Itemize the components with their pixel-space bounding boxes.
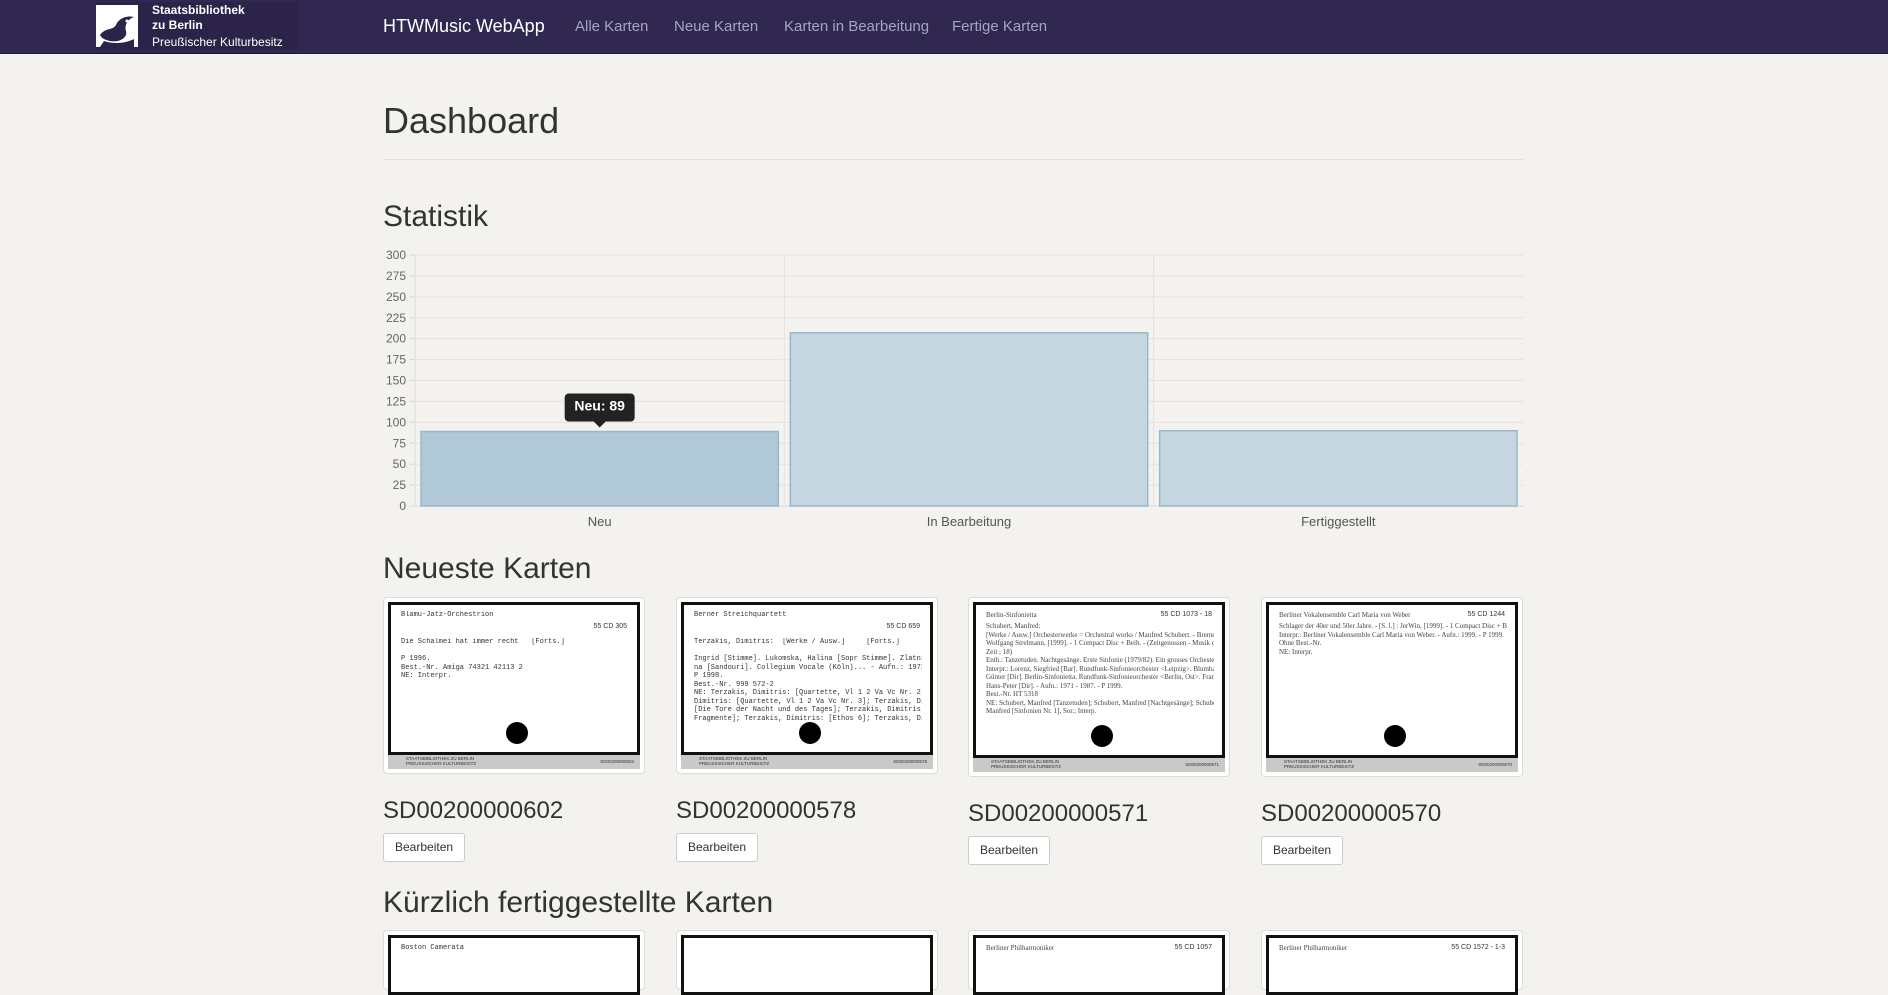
y-tick-label: 0 (399, 499, 406, 513)
card-frame: Berner Streichquartett 55 CD 659 Terzaki… (681, 602, 933, 755)
punch-hole (799, 722, 821, 744)
card-scan: Berner Streichquartett 55 CD 659 Terzaki… (681, 602, 933, 769)
navbar: Staatsbibliothek zu Berlin Preußischer K… (0, 0, 1888, 54)
card-footer: STAATSBIBLIOTHEK ZU BERLIN PREUSSISCHER K… (1266, 758, 1518, 772)
y-tick-label: 150 (386, 374, 406, 388)
card-title: Blamu-Jatz-Orchestrion (401, 611, 494, 619)
card-footer: STAATSBIBLIOTHEK ZU BERLIN PREUSSISCHER K… (388, 755, 640, 769)
card-call-number: 55 CD 1073 - 18 (1160, 611, 1212, 618)
y-tick-label: 50 (393, 457, 407, 471)
bearbeiten-button[interactable]: Bearbeiten (383, 833, 466, 862)
card-thumbnail[interactable]: Berner Streichquartett 55 CD 659 Terzaki… (676, 597, 938, 774)
card-footer: STAATSBIBLIOTHEK ZU BERLIN PREUSSISCHER K… (681, 755, 933, 769)
card-thumbnail[interactable]: Berliner Vokalensemble Carl Maria von We… (1261, 597, 1523, 777)
statistik-heading: Statistik (383, 200, 489, 233)
card-call-number: 55 CD 1572 - 1-3 (1451, 944, 1505, 951)
neueste-karten-heading: Neueste Karten (383, 552, 592, 585)
card-body-text: Die Schalmei hat immer recht [Forts.] P … (401, 638, 565, 680)
card-scan: Blamu-Jatz-Orchestrion 55 CD 305 Die Sch… (388, 602, 640, 769)
x-tick-label: In Bearbeitung (927, 514, 1012, 529)
logo-text-line1: Staatsbibliothek (152, 3, 245, 17)
bearbeiten-button[interactable]: Bearbeiten (1261, 836, 1344, 865)
chart-tooltip-text: Neu: 89 (574, 398, 625, 414)
y-tick-label: 100 (386, 415, 406, 429)
card-thumbnail[interactable] (676, 930, 938, 995)
logo-text-line2: zu Berlin (152, 18, 203, 32)
card-thumbnail[interactable]: Berlin-Sinfonietta 55 CD 1073 - 18 Schub… (968, 597, 1230, 777)
divider (383, 159, 1523, 160)
bar-in-bearbeitung (789, 332, 1149, 507)
brand-link[interactable]: HTWMusic WebApp (383, 16, 545, 37)
card-scan: Berliner Philharmoniker 55 CD 1057 (973, 935, 1225, 995)
punch-hole (1091, 725, 1113, 747)
card-id-title: SD00200000570 (1261, 800, 1442, 827)
card-call-number: 55 CD 305 (593, 623, 627, 630)
card-title: Boston Camerata (401, 944, 465, 952)
bearbeiten-button[interactable]: Bearbeiten (968, 836, 1051, 865)
punch-hole (1384, 725, 1406, 747)
logo-text-line3: Preußischer Kulturbesitz (152, 35, 283, 49)
card-frame (681, 935, 933, 995)
card-scan (681, 935, 933, 995)
card-footer-id: SD00200000602 (600, 759, 634, 764)
card-scan: Berliner Philharmoniker 55 CD 1572 - 1-3 (1266, 935, 1518, 995)
card-frame: Blamu-Jatz-Orchestrion 55 CD 305 Die Sch… (388, 602, 640, 755)
y-tick-label: 250 (386, 290, 406, 304)
card-frame: Berliner Philharmoniker 55 CD 1572 - 1-3 (1266, 935, 1518, 995)
y-tick-label: 175 (386, 353, 406, 367)
library-logo[interactable]: Staatsbibliothek zu Berlin Preußischer K… (96, 2, 298, 50)
card-title: Berner Streichquartett (694, 611, 787, 619)
y-tick-label: 300 (386, 248, 406, 262)
card-id-title: SD00200000578 (676, 797, 857, 824)
card-thumbnail[interactable]: Blamu-Jatz-Orchestrion 55 CD 305 Die Sch… (383, 597, 645, 774)
bearbeiten-button[interactable]: Bearbeiten (676, 833, 759, 862)
card-footer-library: STAATSBIBLIOTHEK ZU BERLIN PREUSSISCHER K… (699, 756, 770, 766)
y-tick-label: 200 (386, 332, 406, 346)
card-footer-library: STAATSBIBLIOTHEK ZU BERLIN PREUSSISCHER K… (1284, 759, 1355, 769)
nav-item-alle-karten[interactable]: Alle Karten (575, 18, 648, 35)
statistik-bar-chart: 0 25 50 75 100 125 150 175 200 225 250 275 300 Neu In … (386, 248, 1523, 529)
card-footer-id: SD00200000571 (1185, 762, 1219, 767)
card-body-text: Schubert, Manfred: [Werke / Ausw.] Orche… (986, 622, 1214, 715)
card-footer: STAATSBIBLIOTHEK ZU BERLIN PREUSSISCHER K… (973, 758, 1225, 772)
card-scan: Boston Camerata (388, 935, 640, 995)
y-tick-label: 225 (386, 311, 406, 325)
page-title: Dashboard (383, 100, 560, 141)
card-footer-id: SD00200000578 (893, 759, 927, 764)
y-tick-label: 25 (393, 478, 407, 492)
card-thumbnail[interactable]: Berliner Philharmoniker 55 CD 1057 (968, 930, 1230, 995)
card-frame: Boston Camerata (388, 935, 640, 995)
card-frame: Berlin-Sinfonietta 55 CD 1073 - 18 Schub… (973, 602, 1225, 758)
y-tick-label: 75 (393, 436, 407, 450)
card-footer-library: STAATSBIBLIOTHEK ZU BERLIN PREUSSISCHER K… (991, 759, 1062, 769)
card-id-title: SD00200000602 (383, 797, 564, 824)
nav-item-fertige-karten[interactable]: Fertige Karten (952, 18, 1047, 35)
bar-neu (420, 430, 780, 507)
card-call-number: 55 CD 1244 (1467, 611, 1505, 618)
card-footer-library: STAATSBIBLIOTHEK ZU BERLIN PREUSSISCHER K… (406, 756, 477, 766)
card-id-title: SD00200000571 (968, 800, 1149, 827)
card-call-number: 55 CD 1057 (1174, 944, 1212, 951)
nav-item-karten-in-bearbeitung[interactable]: Karten in Bearbeitung (784, 18, 929, 35)
card-scan: Berliner Vokalensemble Carl Maria von We… (1266, 602, 1518, 772)
card-frame: Berliner Vokalensemble Carl Maria von We… (1266, 602, 1518, 758)
card-body-text: Terzakis, Dimitris: [Werke / Ausw.] [For… (694, 638, 922, 723)
card-frame: Berliner Philharmoniker 55 CD 1057 (973, 935, 1225, 995)
nav-item-neue-karten[interactable]: Neue Karten (674, 18, 758, 35)
card-call-number: 55 CD 659 (886, 623, 920, 630)
y-tick-label: 125 (386, 394, 406, 408)
card-thumbnail[interactable]: Berliner Philharmoniker 55 CD 1572 - 1-3 (1261, 930, 1523, 995)
card-body-text: Schlager der 40er und 50er Jahre. - [S. … (1279, 622, 1507, 656)
bar-fertiggestellt (1158, 429, 1518, 507)
card-scan: Berlin-Sinfonietta 55 CD 1073 - 18 Schub… (973, 602, 1225, 772)
x-tick-label: Neu (588, 514, 612, 529)
x-tick-label: Fertiggestellt (1301, 514, 1376, 529)
kuerzlich-fertiggestellte-heading: Kürzlich fertiggestellte Karten (383, 886, 774, 919)
punch-hole (506, 722, 528, 744)
y-tick-label: 275 (386, 269, 406, 283)
eagle-logo-icon (96, 5, 138, 47)
card-thumbnail[interactable]: Boston Camerata (383, 930, 645, 995)
card-footer-id: SD00200000570 (1478, 762, 1512, 767)
